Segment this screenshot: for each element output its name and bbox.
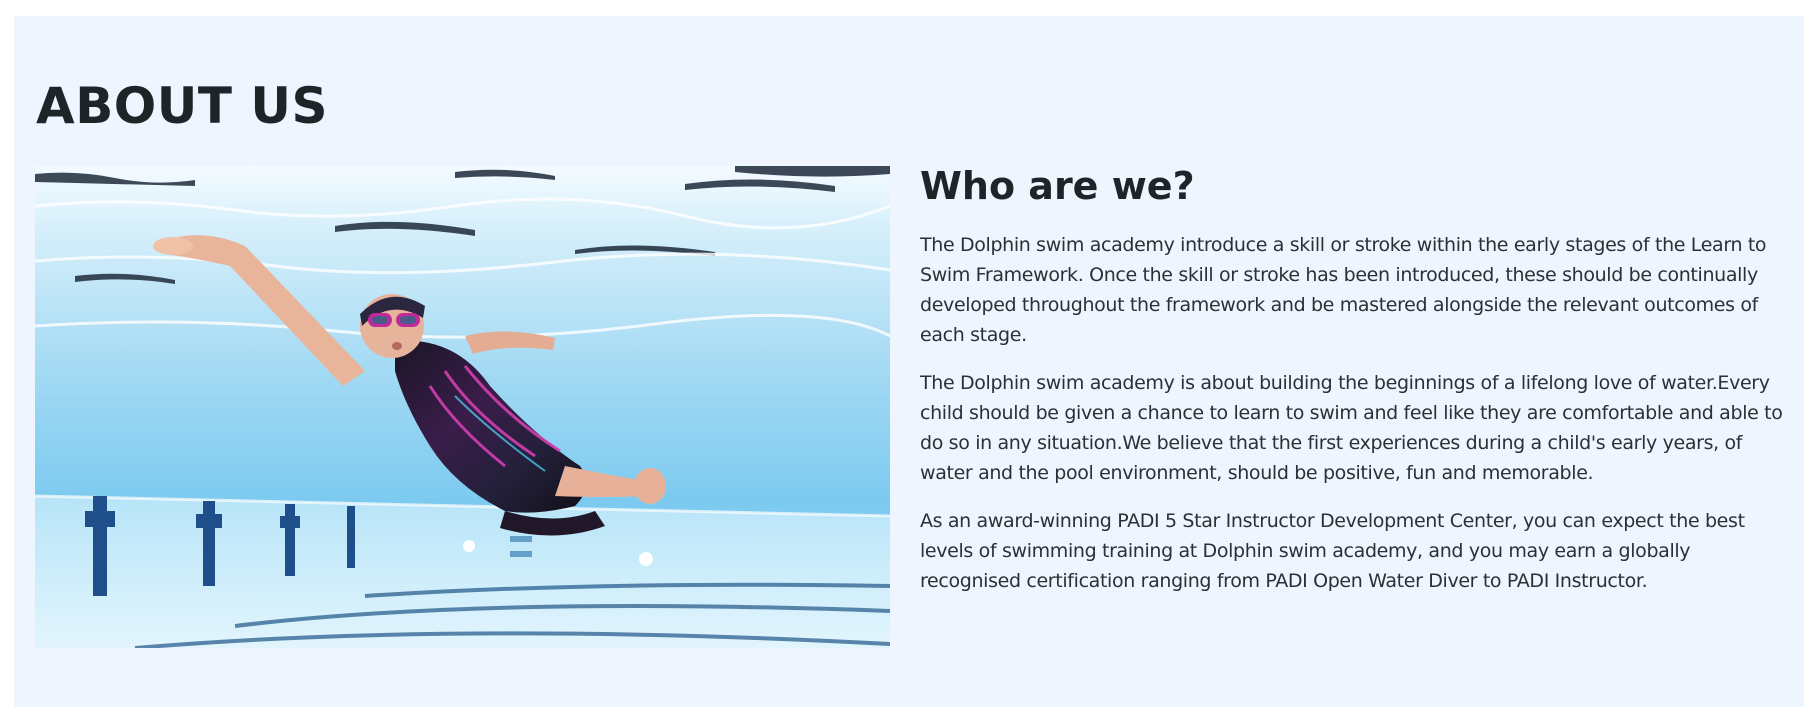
about-paragraph-1: The Dolphin swim academy introduce a ski… [920, 233, 1767, 346]
underwater-swimmer-image [35, 166, 890, 648]
who-are-we-heading: Who are we? [920, 164, 1195, 208]
about-paragraph-2: The Dolphin swim academy is about buildi… [920, 371, 1783, 484]
about-heading: ABOUT US [36, 77, 329, 135]
about-content: Who are we? The Dolphin swim academy int… [920, 164, 1790, 614]
about-paragraph-3: As an award-winning PADI 5 Star Instruct… [920, 509, 1745, 592]
about-section: ABOUT US Who are we? The Dolphin swim ac… [14, 16, 1804, 707]
swimmer-photo [35, 166, 890, 648]
